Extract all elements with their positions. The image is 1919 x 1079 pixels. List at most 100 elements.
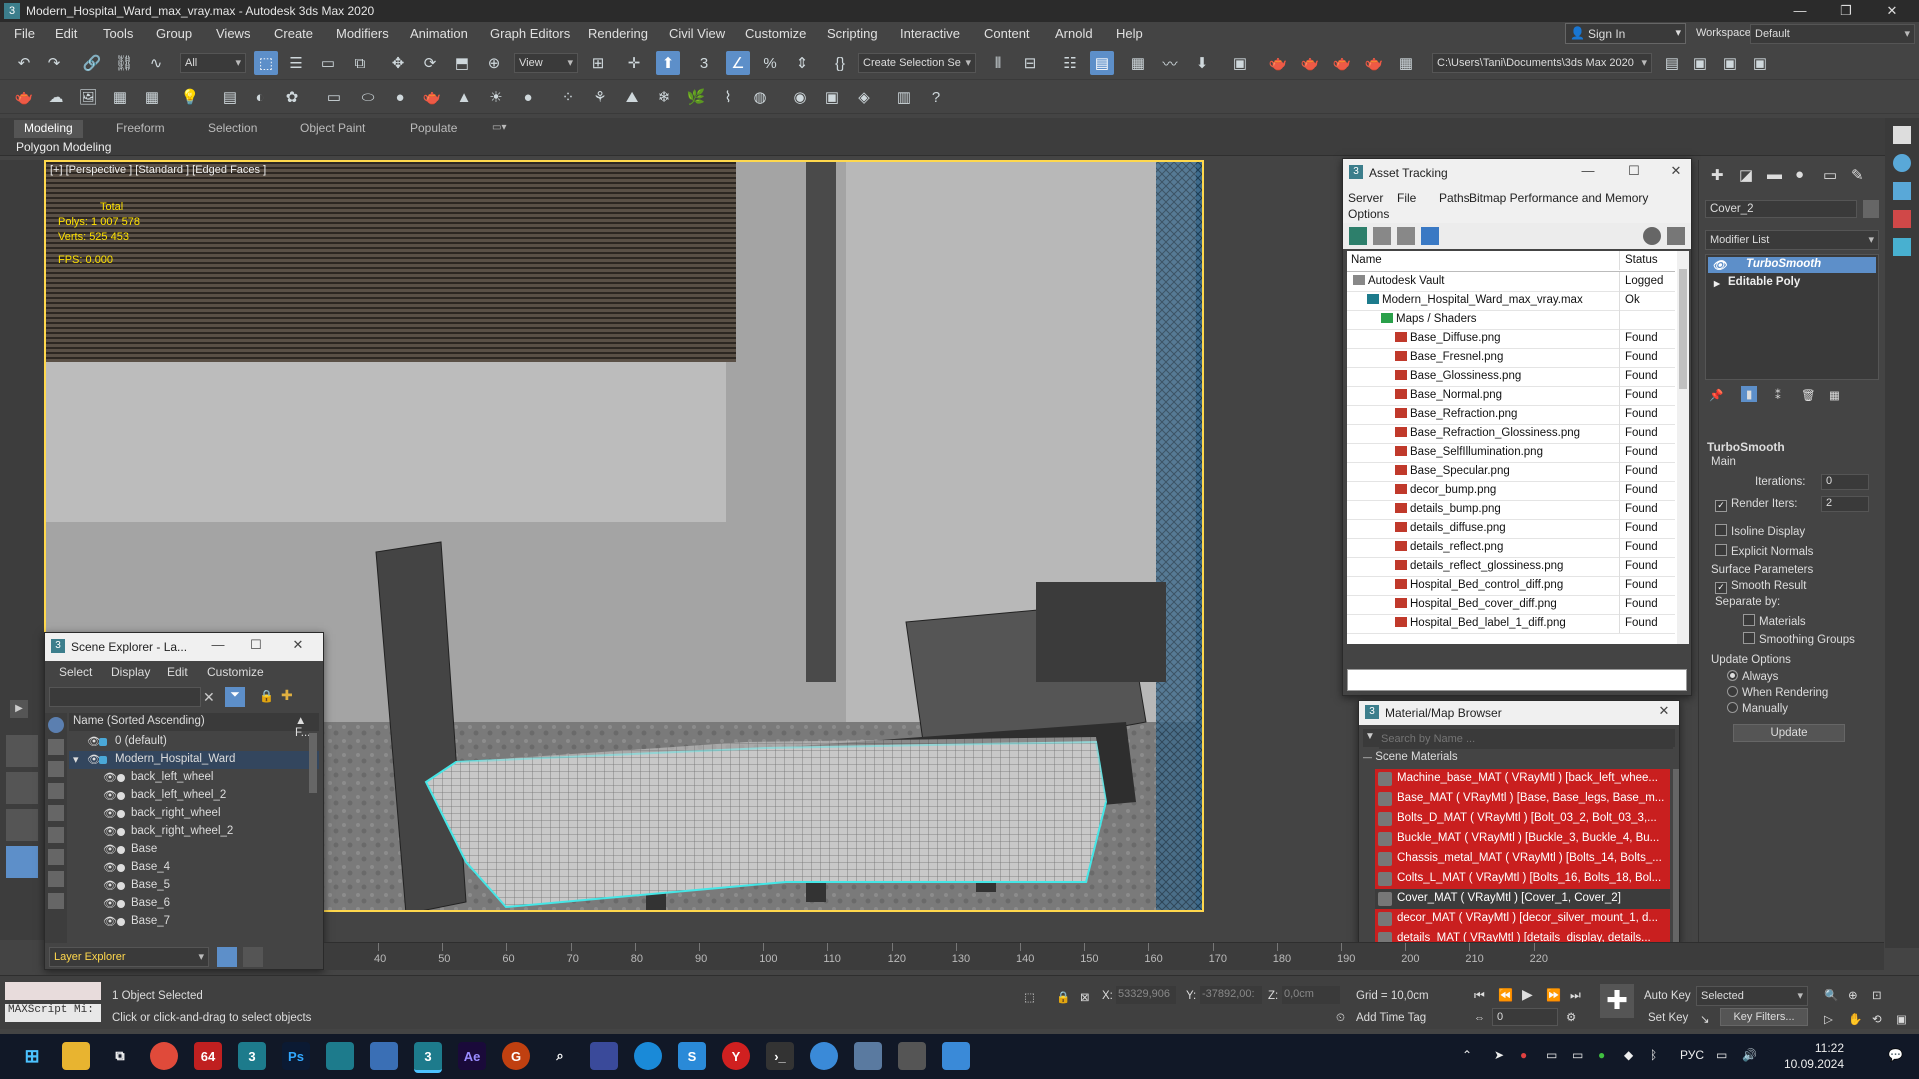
menu-select[interactable]: Select [59, 665, 92, 679]
photoshop-icon[interactable]: Ps [282, 1042, 310, 1070]
list-view-icon[interactable] [1373, 227, 1391, 245]
time-tag-icon[interactable]: ⏲ [1336, 1012, 1345, 1025]
object-name-field[interactable]: Cover_2 [1705, 200, 1857, 218]
plant-icon[interactable]: 🌿 [684, 85, 708, 109]
menu-civil-view[interactable]: Civil View [669, 26, 725, 41]
scene-tree-row[interactable]: 👁 back_right_wheel_2 [69, 823, 319, 841]
menu-create[interactable]: Create [274, 26, 313, 41]
scene-materials-header[interactable]: — Scene Materials [1363, 751, 1663, 767]
scene-tree-row[interactable]: 👁 back_left_wheel_2 [69, 787, 319, 805]
viewport-label[interactable]: [+] [Perspective ] [Standard ] [Edged Fa… [50, 164, 266, 176]
box-icon[interactable]: ▭ [322, 85, 346, 109]
close-button[interactable]: ✕ [285, 637, 311, 653]
tray-monitor-icon[interactable]: ▭ [1546, 1048, 1557, 1062]
zoom-extents-icon[interactable]: ⊡ [1872, 988, 1882, 1002]
menu-options[interactable]: Options [1348, 207, 1389, 221]
show-end-result-icon[interactable]: ▮ [1741, 386, 1758, 402]
photo-viewer-icon[interactable] [854, 1042, 882, 1070]
menu-content[interactable]: Content [984, 26, 1030, 41]
ribbon-toggle-icon[interactable]: ▦ [1126, 51, 1150, 75]
menu-file[interactable]: File [1397, 191, 1416, 205]
task-view-icon[interactable]: ⧉ [106, 1042, 134, 1070]
scene-tree-row[interactable]: 👁 back_left_wheel [69, 769, 319, 787]
render-iters-spinner[interactable]: 2 [1821, 496, 1869, 512]
material-ball-icon[interactable]: ◉ [788, 85, 812, 109]
menu-server[interactable]: Server [1348, 191, 1383, 205]
scene-tree-row[interactable]: 👁 0 (default) [69, 733, 319, 751]
export-icon[interactable]: ▥ [892, 85, 916, 109]
asset-row[interactable]: Autodesk Vault Logged [1347, 272, 1675, 292]
keyboard-shortcut-override-icon[interactable]: ⬆ [656, 51, 680, 75]
helper-filter-icon[interactable] [48, 827, 64, 843]
calculator-icon[interactable]: ▦ [108, 85, 132, 109]
asset-row[interactable]: Base_SelfIllumination.png Found [1347, 443, 1675, 463]
layout-three-icon[interactable] [6, 809, 38, 841]
col-name-header[interactable]: Name [1351, 254, 1382, 266]
terminal-icon[interactable]: ›_ [766, 1042, 794, 1070]
rotate-icon[interactable]: ⟳ [418, 51, 442, 75]
asset-row[interactable]: details_reflect.png Found [1347, 538, 1675, 558]
minimize-button[interactable]: — [205, 637, 231, 652]
asset-row[interactable]: Base_Refraction.png Found [1347, 405, 1675, 425]
save-app-icon[interactable] [590, 1042, 618, 1070]
tray-display-icon[interactable]: ▭ [1572, 1048, 1583, 1062]
edit-named-selection-icon[interactable]: {} [828, 51, 852, 75]
menu-arnold[interactable]: Arnold [1055, 26, 1093, 41]
spinner-snap-icon[interactable]: ⇕ [790, 51, 814, 75]
set-key-big-icon[interactable]: ✚ [1600, 984, 1634, 1018]
tray-overflow-icon[interactable]: ⌃ [1462, 1048, 1472, 1062]
layer-explorer-icon[interactable]: ▤ [1090, 51, 1114, 75]
sign-in-dropdown[interactable]: 👤 Sign In ▾ [1565, 23, 1686, 44]
grid-view-icon[interactable] [1421, 227, 1439, 245]
display-filter-icon[interactable] [48, 717, 64, 733]
explorer-type-dropdown[interactable]: Layer Explorer [49, 947, 209, 967]
play-arrow-icon[interactable]: ▶ [10, 700, 28, 718]
zoom-icon[interactable]: 🔍 [1824, 988, 1838, 1002]
asset-row[interactable]: Base_Normal.png Found [1347, 386, 1675, 406]
asset-row[interactable]: Hospital_Bed_cover_diff.png Found [1347, 595, 1675, 615]
notifications-icon[interactable]: 💬 [1888, 1048, 1903, 1062]
asset-row[interactable]: Hospital_Bed_control_diff.png Found [1347, 576, 1675, 596]
go-to-end-icon[interactable]: ⏭ [1570, 988, 1581, 1003]
layout-single-icon[interactable] [6, 846, 38, 878]
container-open-icon[interactable]: ▣ [1718, 51, 1742, 75]
project-folder-icon[interactable]: ▤ [1660, 51, 1684, 75]
mirror-icon[interactable]: ⫴ [986, 51, 1010, 75]
menu-file[interactable]: File [14, 26, 35, 41]
lights-icon[interactable]: 💡 [178, 85, 202, 109]
asset-scrollbar[interactable] [1677, 251, 1689, 644]
visibility-eye-icon[interactable]: 👁 [103, 897, 117, 910]
field-of-view-icon[interactable]: ▷ [1824, 1012, 1833, 1026]
sun-icon[interactable]: ☀ [484, 85, 508, 109]
3dsmax-icon-2[interactable] [326, 1042, 354, 1070]
rectangular-selection-icon[interactable]: ▭ [316, 51, 340, 75]
yandex-icon[interactable]: Y [722, 1042, 750, 1070]
make-unique-icon[interactable]: ⁑ [1775, 388, 1781, 402]
scene-tree-row[interactable]: 👁 Base_6 [69, 895, 319, 913]
checker-icon[interactable] [1893, 126, 1911, 144]
search-app-icon[interactable]: ⌕ [546, 1042, 574, 1070]
material-editor-icon[interactable]: ▣ [1228, 51, 1252, 75]
camera-icon[interactable]: ▤ [218, 85, 242, 109]
menu-edit[interactable]: Edit [55, 26, 77, 41]
go-to-start-icon[interactable]: ⏮ [1474, 988, 1485, 1003]
asset-row[interactable]: Base_Diffuse.png Found [1347, 329, 1675, 349]
grid-icon[interactable]: ▦ [140, 85, 164, 109]
material-item[interactable]: Cover_MAT ( VRayMtl ) [Cover_1, Cover_2] [1375, 889, 1670, 910]
scene-tree-row[interactable]: 👁 Base_4 [69, 859, 319, 877]
camera-filter-icon[interactable] [48, 805, 64, 821]
geometry-filter-icon[interactable] [48, 739, 64, 755]
project-path-dropdown[interactable]: C:\Users\Tani\Documents\3ds Max 2020 [1432, 53, 1652, 73]
curve-editor-icon[interactable]: 〰 [1158, 51, 1182, 75]
bind-space-warp-icon[interactable]: ∿ [144, 51, 168, 75]
minimize-button[interactable]: — [1777, 0, 1823, 22]
grid-tools-icon[interactable] [1893, 238, 1911, 256]
material-item[interactable]: Base_MAT ( VRayMtl ) [Base, Base_legs, B… [1375, 789, 1670, 810]
align-icon[interactable]: ⊟ [1018, 51, 1042, 75]
close-button[interactable]: ✕ [1869, 0, 1915, 22]
modifier-list-dropdown[interactable]: Modifier List [1705, 230, 1879, 250]
schematic-view-icon[interactable]: ⬇ [1190, 51, 1214, 75]
create-tab-icon[interactable]: ✚ [1711, 166, 1724, 184]
remove-modifier-icon[interactable]: 🗑 [1801, 388, 1816, 402]
asset-row[interactable]: Hospital_Bed_label_1_diff.png Found [1347, 614, 1675, 634]
